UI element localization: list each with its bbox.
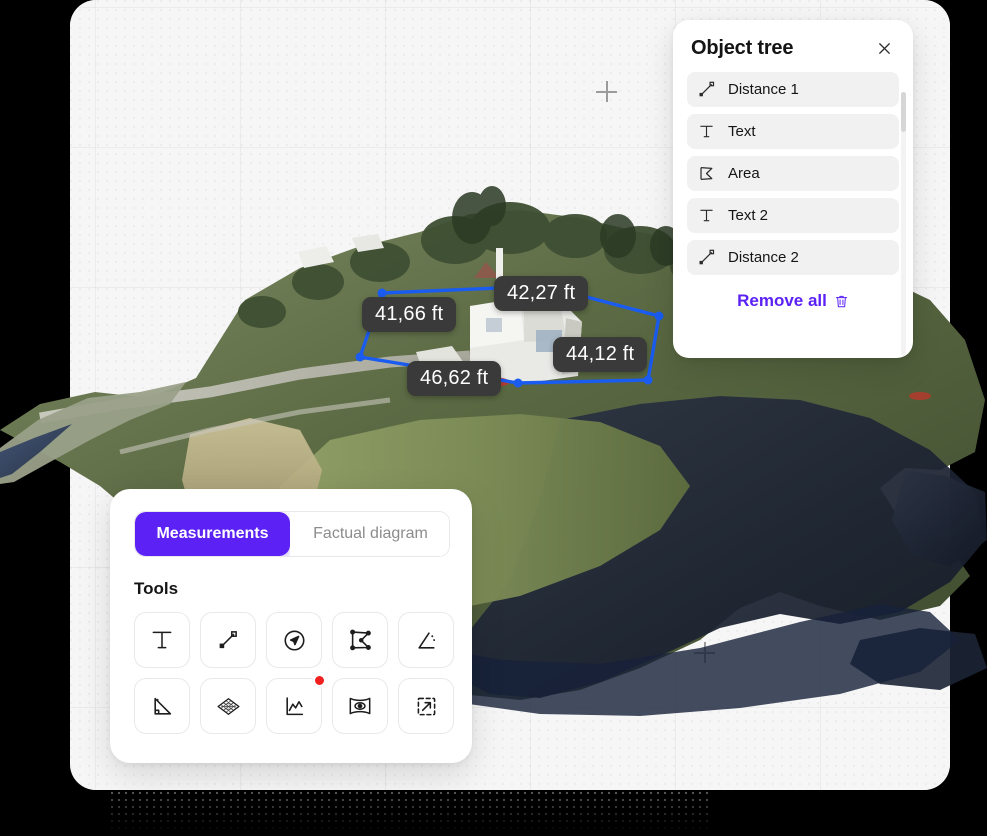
distance-icon — [697, 80, 716, 99]
text-icon — [697, 122, 716, 141]
export-tool-button[interactable] — [398, 678, 454, 734]
angle-tool-button[interactable] — [398, 612, 454, 668]
profile-tool-button[interactable] — [266, 674, 326, 734]
panorama-tool-button[interactable] — [332, 678, 388, 734]
object-tree-item-area[interactable]: Area — [687, 156, 899, 191]
close-icon[interactable] — [873, 38, 895, 60]
object-tree-header: Object tree — [673, 20, 913, 72]
object-tree-item-label: Text — [728, 123, 756, 140]
expand-crop-icon — [413, 693, 440, 720]
right-triangle-icon — [149, 693, 176, 720]
object-tree-panel: Object tree Distance 1 Text Area Text 2 … — [673, 20, 913, 358]
area-icon — [697, 164, 716, 183]
tab-factual-diagram[interactable]: Factual diagram — [290, 512, 449, 556]
chart-icon — [281, 693, 308, 720]
object-tree-item-distance-2[interactable]: Distance 2 — [687, 240, 899, 275]
object-tree-item-text[interactable]: Text — [687, 114, 899, 149]
text-icon — [697, 206, 716, 225]
text-icon — [149, 627, 175, 653]
area-tool-button[interactable] — [332, 612, 388, 668]
surface-tool-button[interactable] — [200, 678, 256, 734]
object-tree-item-label: Distance 2 — [728, 249, 799, 266]
trash-icon — [834, 294, 849, 309]
object-tree-item-label: Text 2 — [728, 207, 769, 224]
tab-measurements[interactable]: Measurements — [135, 512, 290, 556]
panel-title: Object tree — [691, 37, 794, 59]
distance-icon — [697, 248, 716, 267]
object-tree-scrollbar-thumb[interactable] — [901, 92, 906, 132]
navigate-tool-button[interactable] — [266, 612, 322, 668]
mesh-surface-icon — [214, 692, 243, 721]
remove-all-label: Remove all — [737, 291, 827, 310]
object-tree-item-distance-1[interactable]: Distance 1 — [687, 72, 899, 107]
text-tool-button[interactable] — [134, 612, 190, 668]
tools-panel: Measurements Factual diagram Tools — [110, 489, 472, 763]
distance-icon — [215, 627, 241, 653]
remove-all-button[interactable]: Remove all — [673, 291, 913, 311]
area-icon — [347, 627, 374, 654]
navigate-icon — [281, 627, 308, 654]
tools-panel-tabs: Measurements Factual diagram — [134, 511, 450, 557]
distance-tool-button[interactable] — [200, 612, 256, 668]
object-tree-scrollbar-track[interactable] — [901, 92, 906, 356]
object-tree-item-text-2[interactable]: Text 2 — [687, 198, 899, 233]
notification-badge-dot — [313, 674, 326, 687]
triangle-tool-button[interactable] — [134, 678, 190, 734]
object-tree-list: Distance 1 Text Area Text 2 Distance 2 — [673, 72, 913, 275]
panorama-eye-icon — [346, 692, 374, 720]
object-tree-item-label: Area — [728, 165, 760, 182]
tools-grid — [134, 612, 454, 734]
screenshot-root: 41,66 ft 42,27 ft 44,12 ft 46,62 ft Obje… — [0, 0, 987, 836]
tools-section-title: Tools — [134, 579, 179, 598]
angle-arc-icon — [413, 627, 440, 654]
object-tree-item-label: Distance 1 — [728, 81, 799, 98]
